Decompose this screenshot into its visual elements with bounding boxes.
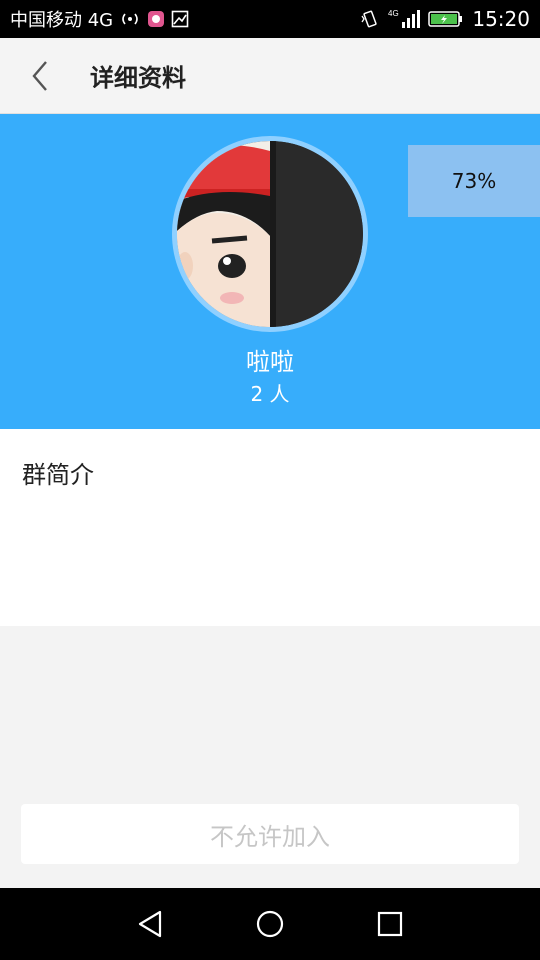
battery-charging-icon: [428, 10, 464, 28]
group-profile-header: 73% 啦啦 2 人: [0, 114, 540, 429]
avatar-image: [177, 141, 363, 327]
nav-back-button[interactable]: [120, 894, 180, 954]
system-nav-bar: [0, 888, 540, 960]
page-title: 详细资料: [90, 64, 186, 92]
chevron-left-icon: [32, 60, 47, 91]
back-triangle-icon: [138, 910, 162, 938]
progress-percent-badge: 73%: [408, 145, 540, 217]
group-avatar[interactable]: [172, 136, 368, 332]
group-name: 啦啦: [246, 348, 294, 376]
nav-recents-button[interactable]: [360, 894, 420, 954]
clock: 15:20: [472, 7, 530, 31]
image-icon: [171, 10, 189, 28]
broadcast-icon: [119, 11, 141, 27]
member-count: 2 人: [250, 382, 290, 406]
nav-home-button[interactable]: [240, 894, 300, 954]
recents-square-icon: [377, 911, 403, 937]
group-intro-label: 群简介: [22, 461, 94, 489]
join-button[interactable]: 不允许加入: [21, 804, 519, 864]
status-bar-left: 中国移动 4G: [10, 6, 189, 32]
home-circle-icon: [256, 910, 284, 938]
group-intro-section: 群简介: [0, 429, 540, 626]
carrier-label: 中国移动 4G: [10, 10, 114, 31]
status-bar-right: 4G 15:20: [360, 7, 530, 31]
app-header: 详细资料: [0, 38, 540, 114]
vibrate-icon: [360, 9, 380, 29]
status-bar: 中国移动 4G 4G 15:20: [0, 0, 540, 38]
signal-icon: 4G: [388, 8, 421, 30]
svg-text:4G: 4G: [388, 9, 399, 18]
back-button[interactable]: [0, 38, 80, 114]
app-notification-icon: [147, 10, 165, 28]
